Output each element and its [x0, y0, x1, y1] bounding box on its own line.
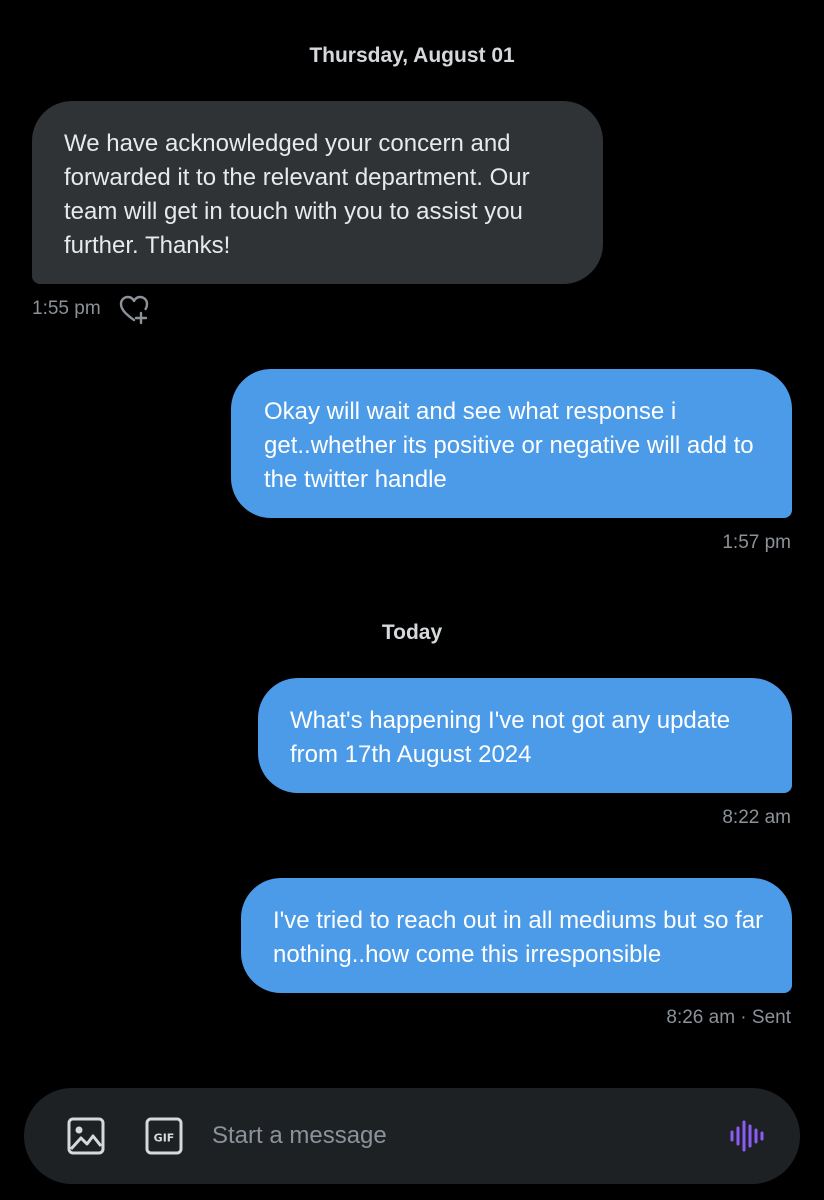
message-input[interactable]	[212, 1114, 702, 1158]
gif-icon[interactable]: GIF	[144, 1116, 184, 1156]
message-status: 8:26 am · Sent	[666, 1007, 791, 1028]
voice-waveform-icon[interactable]	[726, 1116, 766, 1156]
message-bubble-incoming[interactable]: We have acknowledged your concern and fo…	[32, 101, 603, 284]
message-bubble-outgoing[interactable]: I've tried to reach out in all mediums b…	[241, 878, 792, 993]
date-separator: Today	[381, 621, 443, 644]
date-separator: Thursday, August 01	[309, 44, 515, 67]
message-bubble-outgoing[interactable]: Okay will wait and see what response i g…	[231, 369, 792, 518]
heart-add-icon[interactable]	[117, 292, 151, 326]
message-timestamp: 8:22 am	[722, 807, 791, 828]
message-timestamp: 1:55 pm	[32, 298, 101, 319]
message-composer: GIF	[24, 1088, 800, 1184]
image-icon[interactable]	[66, 1116, 106, 1156]
message-timestamp: 1:57 pm	[722, 532, 791, 553]
message-bubble-outgoing[interactable]: What's happening I've not got any update…	[258, 678, 792, 793]
gif-label: GIF	[154, 1132, 175, 1145]
